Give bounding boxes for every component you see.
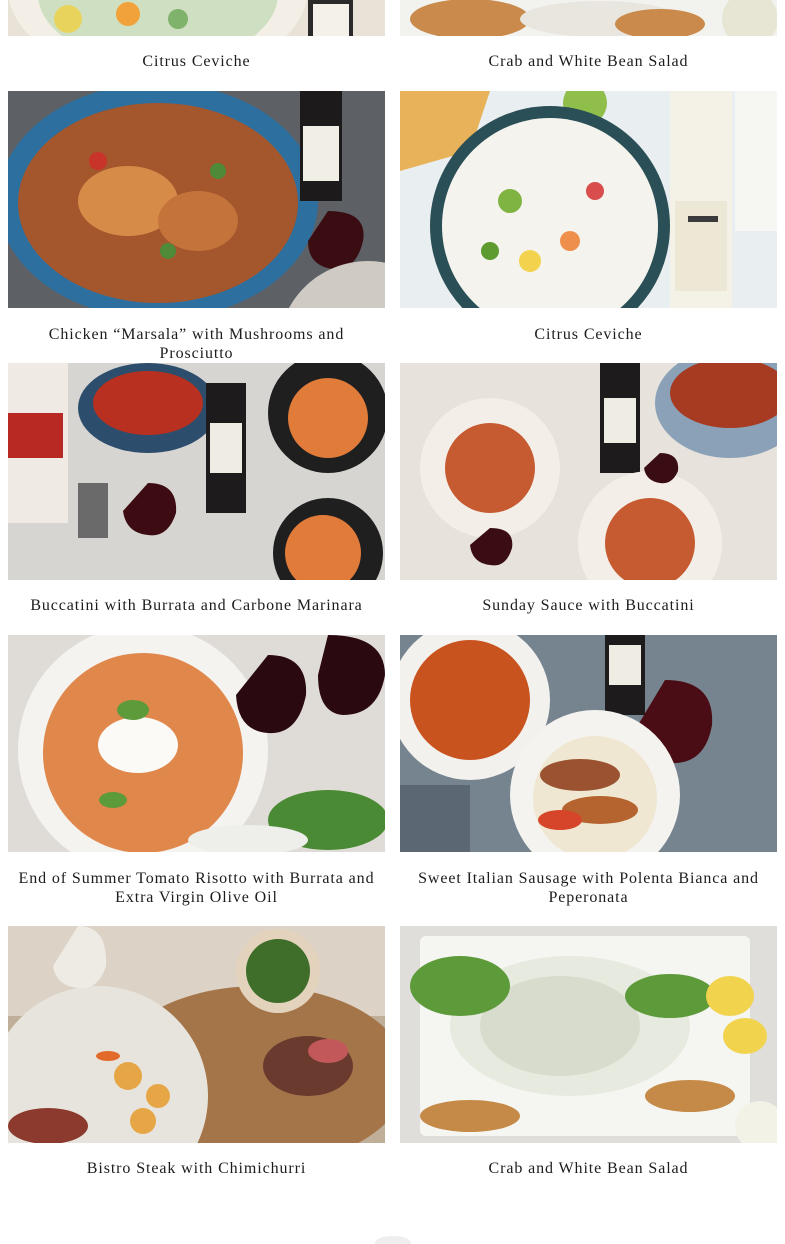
recipe-title[interactable]: Buccatini with Burrata and Carbone Marin… [8,596,385,615]
recipe-title[interactable]: Bistro Steak with Chimichurri [8,1159,385,1178]
recipe-card[interactable]: Bistro Steak with Chimichurri [8,926,385,1178]
recipe-image[interactable] [8,635,385,852]
recipe-card[interactable]: Sunday Sauce with Buccatini [400,363,777,615]
pagination-dot[interactable] [374,1236,411,1244]
recipe-image[interactable] [8,363,385,580]
recipe-title[interactable]: Crab and White Bean Salad [400,52,777,71]
recipe-card[interactable]: Buccatini with Burrata and Carbone Marin… [8,363,385,615]
recipe-card[interactable]: Sweet Italian Sausage with Polenta Bianc… [400,635,777,907]
recipe-card[interactable]: Citrus Ceviche [400,91,777,344]
recipe-card[interactable]: End of Summer Tomato Risotto with Burrat… [8,635,385,907]
recipe-title[interactable]: Citrus Ceviche [8,52,385,71]
recipe-title[interactable]: Chicken “Marsala” with Mushrooms and Pro… [8,325,385,363]
recipe-title[interactable]: Sunday Sauce with Buccatini [400,596,777,615]
recipe-card[interactable]: Crab and White Bean Salad [400,926,777,1178]
recipe-image[interactable] [8,926,385,1143]
recipe-title[interactable]: Citrus Ceviche [400,325,777,344]
recipe-image[interactable] [8,91,385,308]
recipe-card[interactable]: Crab and White Bean Salad [400,0,777,71]
recipe-image[interactable] [400,91,777,308]
recipe-image[interactable] [400,635,777,852]
recipe-card[interactable]: Citrus Ceviche [8,0,385,71]
recipe-image[interactable] [8,0,385,36]
recipe-grid-page: Citrus Ceviche Crab and White Bean Salad [0,0,785,1244]
pagination-indicator[interactable] [0,1236,785,1244]
recipe-title[interactable]: Sweet Italian Sausage with Polenta Bianc… [400,869,777,907]
recipe-image[interactable] [400,363,777,580]
recipe-image[interactable] [400,926,777,1143]
recipe-title[interactable]: Crab and White Bean Salad [400,1159,777,1178]
recipe-title[interactable]: End of Summer Tomato Risotto with Burrat… [8,869,385,907]
recipe-card[interactable]: Chicken “Marsala” with Mushrooms and Pro… [8,91,385,363]
recipe-image[interactable] [400,0,777,36]
